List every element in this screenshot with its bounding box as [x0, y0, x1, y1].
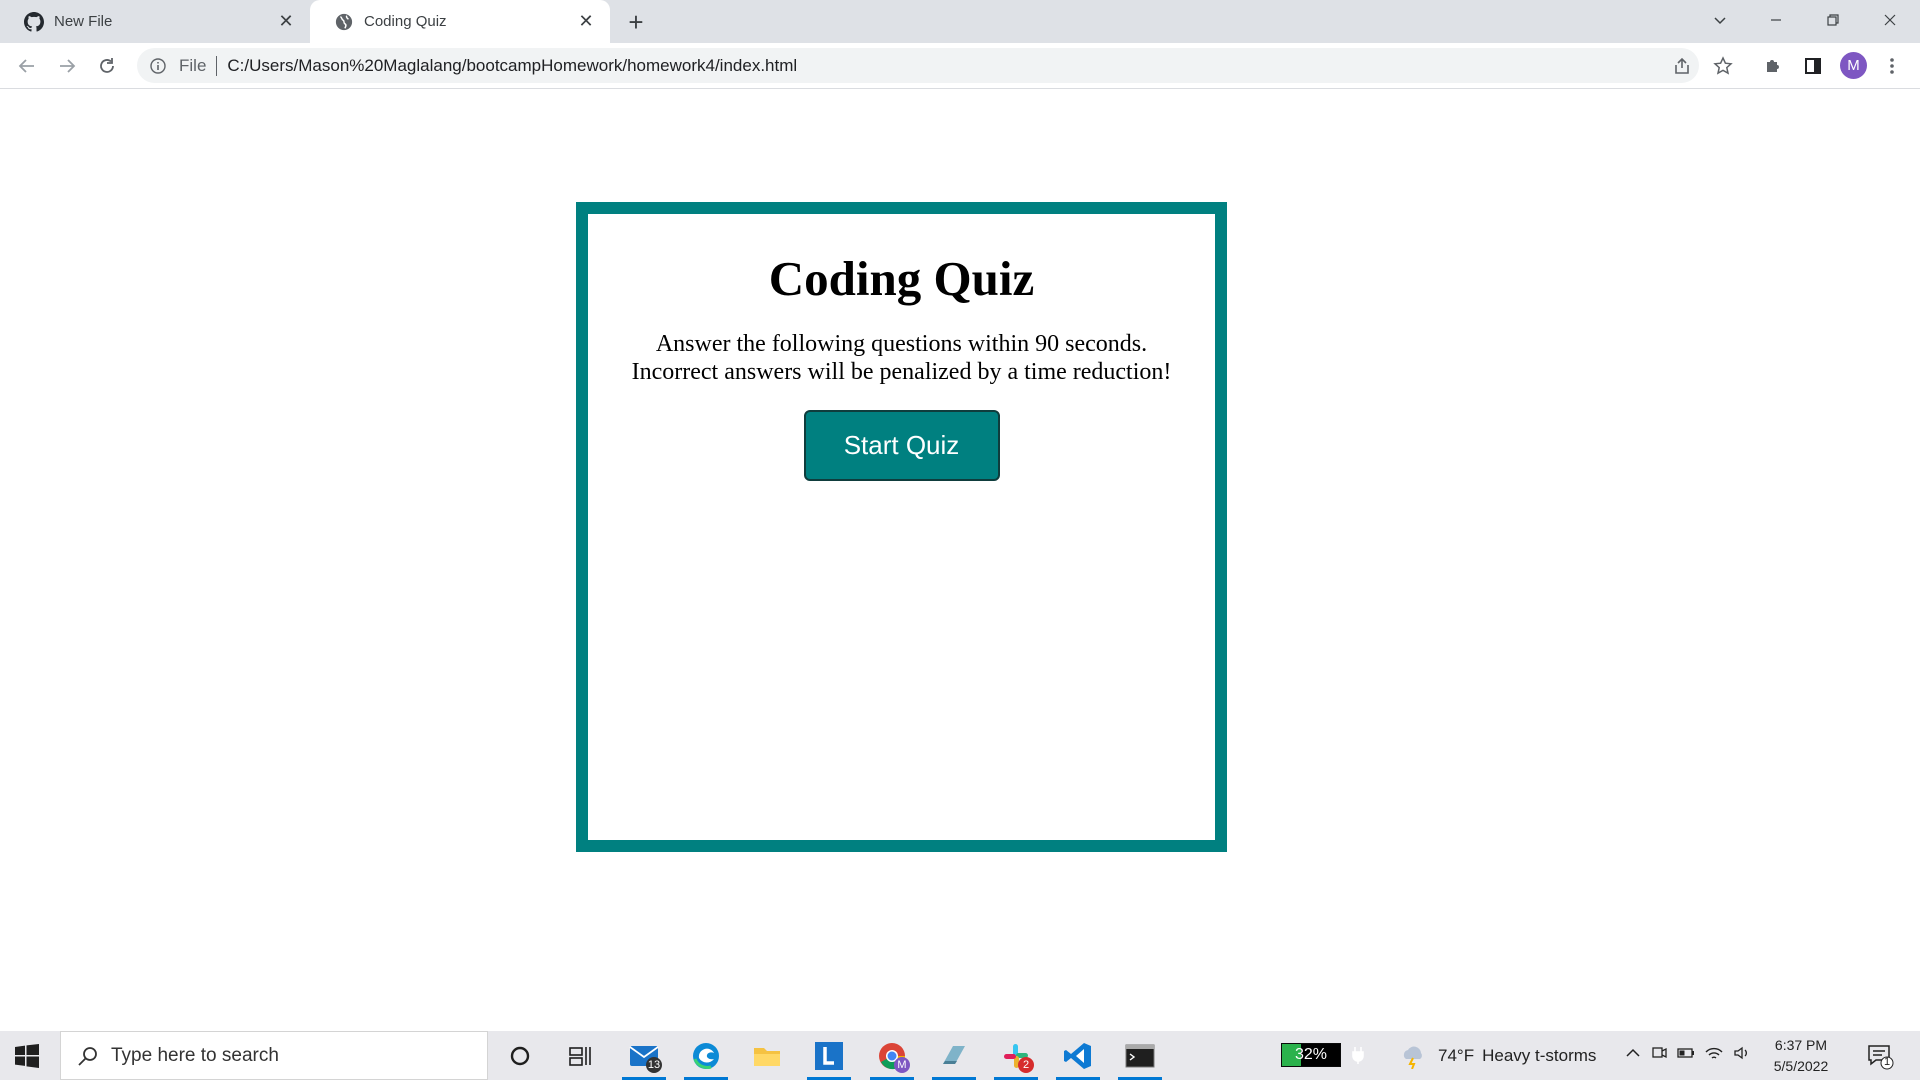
- share-icon[interactable]: [1668, 52, 1696, 80]
- instructions-line-2: Incorrect answers will be penalized by a…: [631, 359, 1172, 385]
- notification-count: 1: [1883, 1056, 1891, 1068]
- power-plug-icon: [1350, 1045, 1366, 1070]
- terminal-icon[interactable]: [1114, 1031, 1166, 1080]
- tab-new-file[interactable]: New File ✕: [0, 0, 310, 43]
- url-text[interactable]: C:/Users/Mason%20Maglalang/bootcampHomew…: [227, 56, 797, 76]
- battery-meter[interactable]: 32%: [1281, 1043, 1341, 1067]
- battery-percent: 32%: [1294, 1046, 1328, 1063]
- notification-center-icon[interactable]: 1: [1866, 1042, 1894, 1070]
- browser-tab-strip: New File ✕ Coding Quiz ✕ +: [0, 0, 1920, 43]
- page-title: Coding Quiz: [768, 251, 1035, 306]
- quiz-card: Coding Quiz Answer the following questio…: [576, 202, 1227, 852]
- start-quiz-button[interactable]: Start Quiz: [803, 410, 1000, 481]
- back-arrow-icon[interactable]: [13, 52, 41, 80]
- profile-avatar[interactable]: M: [1840, 52, 1867, 79]
- wifi-icon[interactable]: [1704, 1044, 1724, 1067]
- edge-browser-icon[interactable]: [680, 1031, 732, 1080]
- search-placeholder: Type here to search: [111, 1044, 279, 1066]
- bookmark-star-icon[interactable]: [1709, 52, 1737, 80]
- volume-icon[interactable]: [1732, 1044, 1752, 1067]
- instructions-line-1: Answer the following questions within 90…: [655, 331, 1148, 357]
- vscode-icon[interactable]: [1052, 1031, 1104, 1080]
- reload-icon[interactable]: [93, 52, 121, 80]
- close-icon[interactable]: ✕: [276, 11, 296, 32]
- address-bar[interactable]: File C:/Users/Mason%20Maglalang/bootcamp…: [137, 48, 1699, 83]
- battery-icon[interactable]: [1676, 1044, 1696, 1067]
- system-tray: [1624, 1031, 1752, 1080]
- cortana-icon[interactable]: [494, 1031, 546, 1080]
- mail-unread-badge: 13: [646, 1057, 662, 1073]
- tab-coding-quiz[interactable]: Coding Quiz ✕: [310, 0, 610, 43]
- browser-toolbar: File C:/Users/Mason%20Maglalang/bootcamp…: [0, 43, 1920, 89]
- extensions-puzzle-icon[interactable]: [1759, 52, 1787, 80]
- windows-start-icon[interactable]: [14, 1043, 40, 1069]
- taskbar-clock[interactable]: 6:37 PM 5/5/2022: [1763, 1035, 1839, 1077]
- close-icon[interactable]: ✕: [576, 11, 596, 32]
- slack-notification-badge: 2: [1018, 1057, 1034, 1073]
- chrome-profile-badge: M: [894, 1057, 910, 1073]
- search-icon: [78, 1046, 97, 1066]
- chrome-browser-icon[interactable]: M: [866, 1031, 918, 1080]
- divider: [216, 55, 218, 76]
- chevron-up-icon[interactable]: [1624, 1044, 1642, 1067]
- slack-icon[interactable]: 2: [990, 1031, 1042, 1080]
- window-close-icon[interactable]: [1862, 0, 1918, 40]
- forward-arrow-icon[interactable]: [53, 52, 81, 80]
- file-explorer-icon[interactable]: [741, 1031, 793, 1080]
- l-app-icon[interactable]: [803, 1031, 855, 1080]
- clock-time: 6:37 PM: [1774, 1037, 1828, 1053]
- mail-app-icon[interactable]: 13: [618, 1031, 670, 1080]
- clock-date: 5/5/2022: [1773, 1058, 1829, 1074]
- weather-description: Heavy t-storms: [1482, 1045, 1597, 1065]
- storm-weather-icon: [1403, 1046, 1422, 1069]
- windows-taskbar: Type here to search 13 M 2 32% 74°F Heav…: [0, 1031, 1920, 1080]
- side-panel-icon[interactable]: [1799, 52, 1827, 80]
- weather-temperature: 74°F: [1438, 1045, 1475, 1065]
- globe-icon: [334, 12, 354, 32]
- weather-widget[interactable]: 74°F Heavy t-storms: [1400, 1031, 1596, 1080]
- new-tab-button[interactable]: +: [622, 7, 650, 37]
- taskbar-search-box[interactable]: Type here to search: [60, 1031, 488, 1080]
- more-menu-icon[interactable]: [1878, 52, 1906, 80]
- github-icon: [24, 11, 44, 32]
- task-view-icon[interactable]: [554, 1031, 606, 1080]
- restore-icon[interactable]: [1805, 0, 1861, 40]
- minimize-icon[interactable]: [1748, 0, 1804, 40]
- tab-search-chevron-icon[interactable]: [1692, 0, 1748, 40]
- tab-title: Coding Quiz: [364, 13, 447, 30]
- meet-now-icon[interactable]: [1650, 1044, 1668, 1067]
- notes-app-icon[interactable]: [928, 1031, 980, 1080]
- tab-title: New File: [54, 13, 113, 30]
- scheme-label: File: [179, 55, 207, 75]
- info-icon[interactable]: [149, 57, 167, 75]
- quiz-instructions: Answer the following questions within 90…: [588, 330, 1215, 386]
